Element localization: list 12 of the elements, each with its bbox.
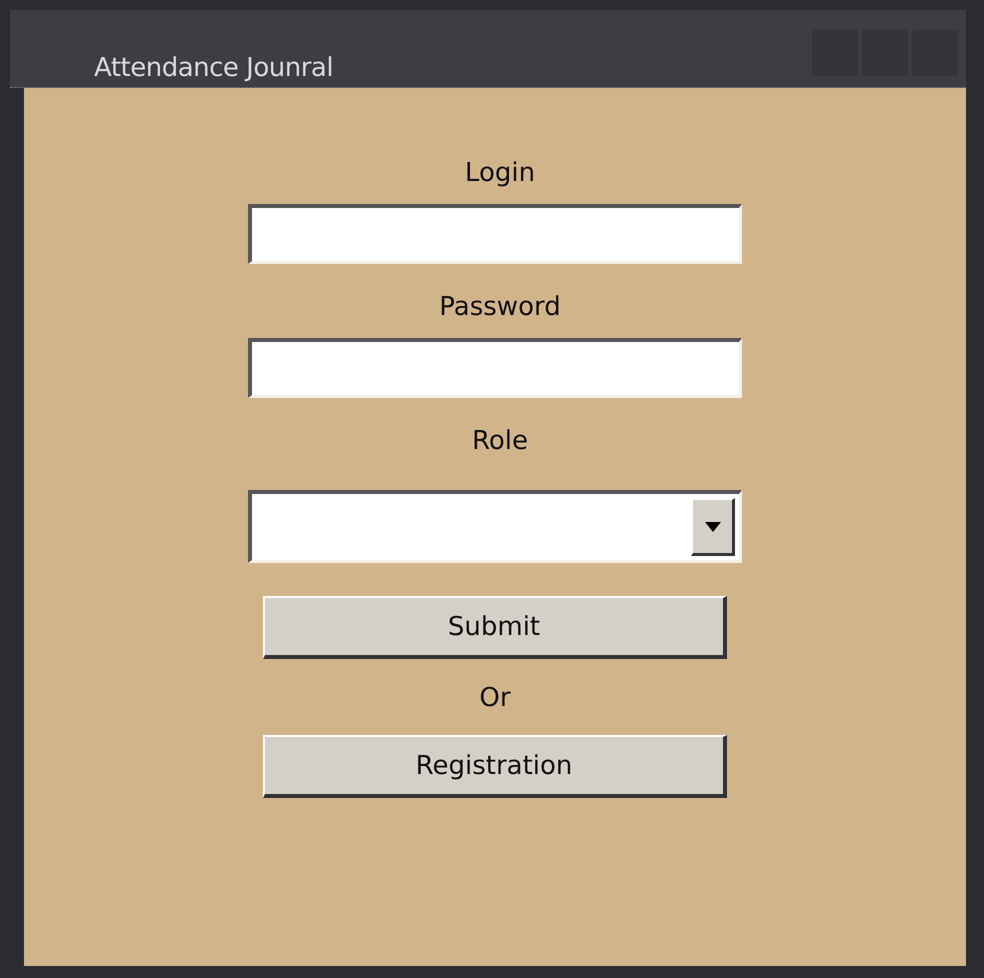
field-label: Role	[472, 426, 528, 456]
window-title: Attendance Jounral	[94, 53, 334, 85]
role-dropdown[interactable]	[248, 490, 742, 563]
caret-icon	[704, 522, 720, 532]
submit-button[interactable]: Submit	[263, 596, 727, 659]
field-label: Password	[439, 292, 561, 322]
field-label: Login	[464, 158, 536, 188]
or-text: Or	[479, 683, 511, 713]
registration-button[interactable]: Registration	[263, 735, 727, 798]
password-field[interactable]	[248, 338, 742, 398]
login-field[interactable]	[248, 204, 742, 264]
dropdown-button[interactable]	[691, 498, 735, 556]
